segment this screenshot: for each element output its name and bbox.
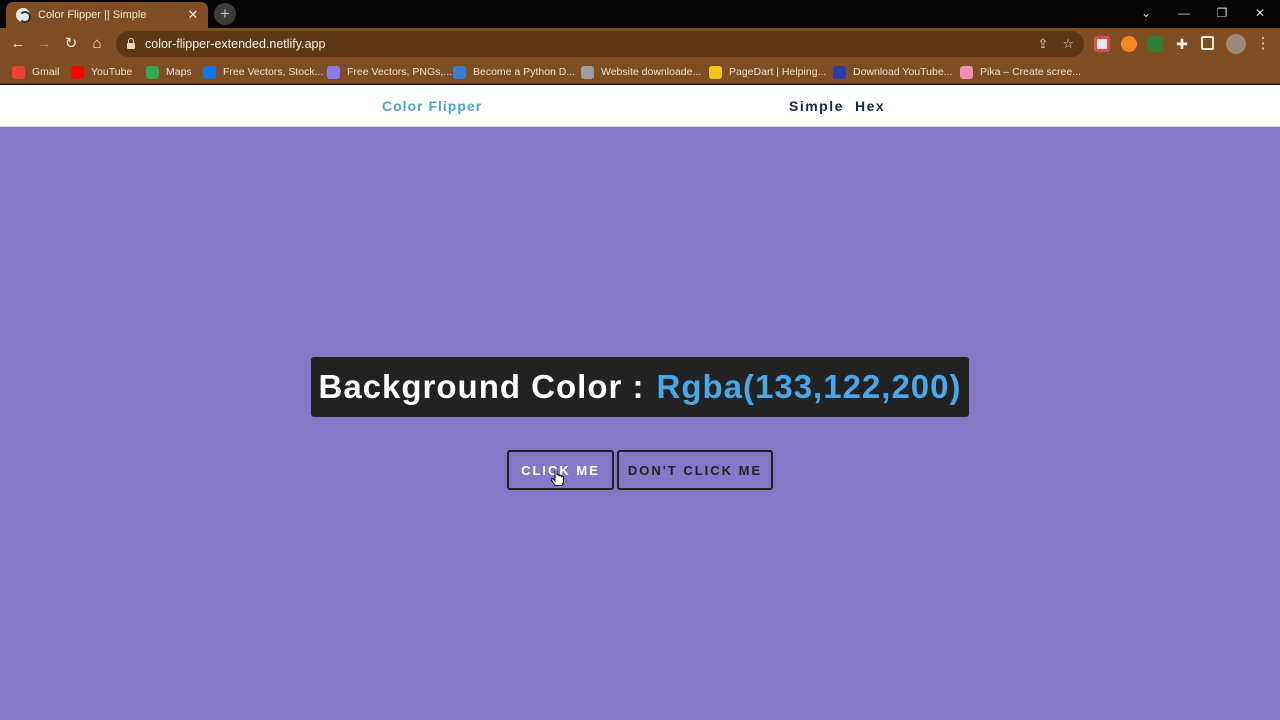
home-icon[interactable]: ⌂ [87, 34, 107, 54]
youtube-icon [71, 65, 84, 79]
bookmark-label: Gmail [32, 66, 60, 78]
gmail-icon [12, 65, 25, 79]
bookmark-item[interactable]: PageDart | Helping... [709, 64, 826, 80]
close-icon[interactable]: ✕ [186, 7, 200, 23]
lock-icon [126, 38, 136, 50]
bookmark-label: Free Vectors, PNGs,... [347, 66, 453, 78]
site-brand[interactable]: Color Flipper [382, 98, 482, 114]
bookmark-star-icon[interactable]: ☆ [1062, 36, 1074, 52]
bookmark-item[interactable]: Download YouTube... [833, 64, 952, 80]
maps-icon [146, 65, 159, 79]
page-body: Color Flipper Simple Hex Background Colo… [0, 85, 1280, 720]
color-value: Rgba(133,122,200) [656, 368, 962, 405]
chevron-down-icon[interactable]: ⌄ [1127, 0, 1165, 26]
menu-kebab-icon[interactable]: ⋮ [1253, 34, 1273, 54]
reload-icon[interactable]: ↻ [61, 34, 81, 54]
minimize-icon[interactable]: — [1165, 0, 1203, 26]
globe-icon [581, 65, 594, 79]
window-close-icon[interactable]: ✕ [1241, 0, 1279, 26]
back-icon[interactable]: ← [8, 34, 28, 54]
realpython-icon [453, 65, 466, 79]
pocket-extension-icon[interactable] [1094, 36, 1110, 52]
bookmark-label: Pika – Create scree... [980, 66, 1081, 78]
color-display: Background Color : Rgba(133,122,200) [311, 357, 969, 417]
browser-toolbar: ← → ↻ ⌂ color-flipper-extended.netlify.a… [0, 28, 1280, 60]
bookmarks-bar: Gmail YouTube Maps Free Vectors, Stock... Fr… [0, 60, 1280, 84]
bookmark-item[interactable]: YouTube [71, 64, 132, 80]
pika-icon [960, 65, 973, 79]
bookmark-label: YouTube [91, 66, 133, 78]
address-bar[interactable]: color-flipper-extended.netlify.app ⇪ ☆ [116, 31, 1084, 57]
bookmark-item[interactable]: Become a Python D... [453, 64, 575, 80]
share-icon[interactable]: ⇪ [1037, 36, 1048, 52]
hand-cursor-icon [551, 471, 564, 486]
restore-icon[interactable]: ❐ [1203, 0, 1241, 26]
pagedart-icon [709, 65, 722, 79]
dont-click-me-button[interactable]: DON'T CLICK ME [617, 450, 773, 490]
metamask-extension-icon[interactable] [1121, 36, 1137, 52]
extensions-puzzle-icon[interactable]: ✚ [1172, 34, 1192, 54]
tab-title: Color Flipper || Simple [38, 9, 147, 21]
nav-link-simple[interactable]: Simple [789, 98, 844, 114]
bookmark-label: Maps [166, 66, 192, 78]
bookmark-item[interactable]: Free Vectors, Stock... [203, 64, 323, 80]
bookmark-item[interactable]: Maps [146, 64, 192, 80]
star-icon [327, 65, 340, 79]
bookmark-item[interactable]: Website downloade... [581, 64, 701, 80]
globe-icon [16, 8, 31, 23]
site-navbar: Color Flipper Simple Hex [0, 85, 1280, 127]
side-panel-icon[interactable] [1201, 36, 1214, 50]
bookmark-label: PageDart | Helping... [729, 66, 827, 78]
download-icon [833, 65, 846, 79]
bookmark-label: Download YouTube... [853, 66, 953, 78]
tab-strip: Color Flipper || Simple ✕ + ⌄ — ❐ ✕ [0, 0, 1280, 28]
bookmark-item[interactable]: Pika – Create scree... [960, 64, 1081, 80]
bookmark-label: Website downloade... [601, 66, 702, 78]
bookmark-label: Free Vectors, Stock... [223, 66, 324, 78]
color-label: Background Color : [318, 368, 645, 405]
beta-extension-icon[interactable] [1147, 36, 1163, 52]
bookmark-item[interactable]: Gmail [12, 64, 59, 80]
url-text[interactable]: color-flipper-extended.netlify.app [145, 37, 1023, 51]
bookmark-label: Become a Python D... [473, 66, 576, 78]
browser-tab[interactable]: Color Flipper || Simple ✕ [6, 2, 208, 28]
profile-avatar[interactable] [1226, 34, 1246, 54]
forward-icon[interactable]: → [34, 34, 54, 54]
freepik-icon [203, 65, 216, 79]
new-tab-button[interactable]: + [214, 3, 236, 25]
bookmark-item[interactable]: Free Vectors, PNGs,... [327, 64, 452, 80]
nav-link-hex[interactable]: Hex [855, 98, 885, 114]
